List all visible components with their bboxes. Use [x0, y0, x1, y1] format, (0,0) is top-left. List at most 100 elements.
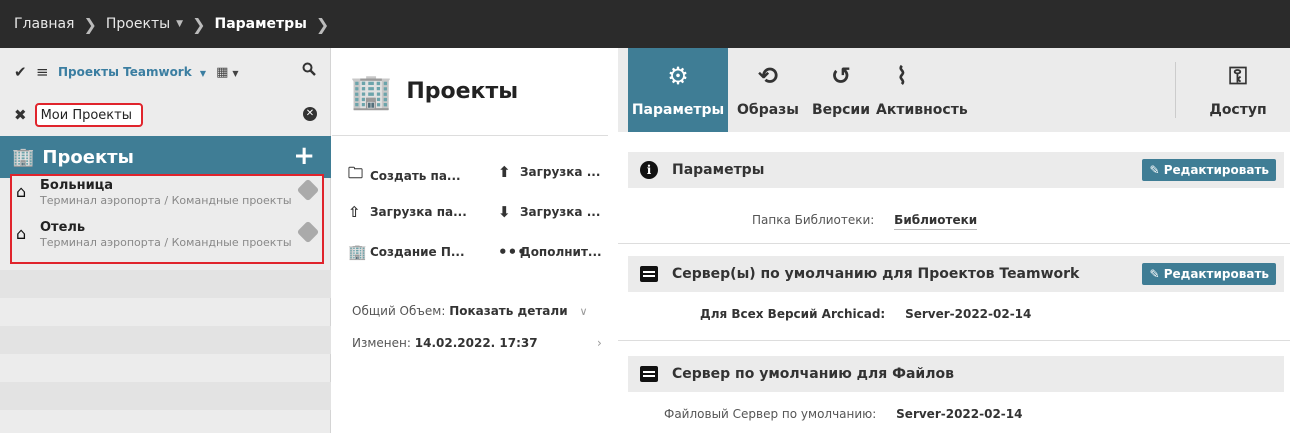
- action-label: Загрузка ...: [520, 165, 601, 179]
- breadcrumb: Главная ❯ Проекты ▼ ❯ Параметры ❯: [0, 0, 1290, 48]
- add-project-button[interactable]: +: [293, 142, 315, 170]
- sidebar-toolbar: ✔ ≡ Проекты Teamwork ▼ ▦ ▼: [0, 48, 330, 96]
- building-icon: 🏢: [12, 146, 35, 168]
- kv-value: Server-2022-02-14: [905, 307, 1032, 321]
- file-server-row: Файловый Сервер по умолчанию: Server-202…: [664, 407, 1022, 421]
- clear-search-icon[interactable]: ✕: [303, 107, 317, 121]
- activity-icon: ⌇: [896, 62, 908, 90]
- action-label: Загрузка ...: [520, 205, 601, 219]
- section-default-servers: Сервер(ы) по умолчанию для Проектов Team…: [628, 256, 1284, 292]
- kv-value: Server-2022-02-14: [896, 407, 1023, 421]
- menu-icon[interactable]: ≡: [36, 63, 58, 81]
- details-tabs: ⚙ Параметры ⟲ Образы ↺ Версии ⌇ Активнос…: [618, 48, 1290, 132]
- list-item[interactable]: ⌂ Отель Терминал аэропорта / Командные п…: [12, 218, 322, 260]
- server-icon: [640, 266, 658, 282]
- list-empty-row: [0, 382, 331, 410]
- summary-title: Проекты: [406, 79, 519, 104]
- project-type-filter[interactable]: Проекты Teamwork ▼: [58, 65, 206, 79]
- list-item[interactable]: ⌂ Больница Терминал аэропорта / Командны…: [12, 176, 322, 218]
- section-title: Параметры: [672, 162, 765, 178]
- action-label: Создание П...: [370, 245, 465, 259]
- list-empty-row: [0, 270, 331, 298]
- breadcrumb-projects[interactable]: Проекты: [106, 16, 170, 32]
- edit-servers-button[interactable]: ✎ Редактировать: [1142, 263, 1276, 285]
- folder-icon: 🗀: [348, 164, 364, 182]
- action-label: Создать па...: [370, 168, 461, 183]
- modified-label: Изменен:: [352, 336, 411, 350]
- action-label: Дополнит...: [520, 245, 602, 259]
- details-panel: ⚙ Параметры ⟲ Образы ↺ Версии ⌇ Активнос…: [618, 48, 1290, 433]
- building-icon: 🏢: [348, 243, 367, 261]
- tab-parameters[interactable]: ⚙ Параметры: [628, 48, 728, 132]
- section-title: Сервер(ы) по умолчанию для Проектов Team…: [672, 266, 1080, 282]
- calendar-icon[interactable]: ▦ ▼: [216, 65, 238, 80]
- edit-parameters-button[interactable]: ✎ Редактировать: [1142, 159, 1276, 181]
- project-name: Отель: [40, 220, 86, 235]
- section-parameters: i Параметры ✎ Редактировать: [628, 152, 1284, 188]
- close-icon[interactable]: ✖: [14, 106, 27, 124]
- search-row: ✖ ✕: [0, 100, 331, 130]
- upload-folder-icon: ⇧: [348, 203, 361, 221]
- building-icon: 🏢: [350, 71, 393, 112]
- history-icon: ⟲: [757, 62, 779, 90]
- breadcrumb-current[interactable]: Параметры: [214, 16, 306, 32]
- section-file-server: Сервер по умолчанию для Файлов: [628, 356, 1284, 392]
- gear-icon: ⚙: [667, 62, 689, 90]
- ellipsis-icon: •••: [498, 243, 527, 261]
- summary-header: 🏢 Проекты: [332, 48, 608, 136]
- kv-value[interactable]: Библиотеки: [894, 213, 978, 230]
- version-restore-icon: ↺: [830, 62, 852, 90]
- show-details-link[interactable]: Показать детали: [449, 304, 567, 318]
- project-summary-panel: 🏢 Проекты 🗀 Создать па... ⬆ Загрузка ...…: [332, 48, 618, 433]
- project-list: ⌂ Больница Терминал аэропорта / Командны…: [10, 174, 324, 264]
- search-icon[interactable]: [302, 62, 316, 80]
- upload-button[interactable]: ⬆ Загрузка ...: [498, 163, 600, 181]
- divider: [618, 243, 1290, 244]
- chevron-right-icon: ❯: [83, 14, 97, 34]
- chevron-down-icon[interactable]: ∨: [579, 305, 587, 318]
- modified-row[interactable]: Изменен: 14.02.2022. 17:37 ›: [352, 336, 612, 350]
- total-size-row: Общий Объем: Показать детали ∨: [352, 304, 588, 318]
- kv-label: Для Всех Версий Archicad:: [700, 307, 886, 321]
- search-input[interactable]: [34, 103, 143, 127]
- info-icon: i: [640, 161, 658, 179]
- caret-down-icon: ▼: [199, 69, 207, 78]
- more-actions-button[interactable]: ••• Дополнит...: [498, 243, 602, 261]
- projects-header-title: Проекты: [42, 146, 134, 168]
- divider: [618, 340, 1290, 341]
- key-icon: ⚿: [1228, 62, 1248, 90]
- project-path: Терминал аэропорта / Командные проекты: [40, 194, 292, 207]
- tab-activity[interactable]: ⌇ Активность: [876, 48, 986, 132]
- create-project-button[interactable]: 🏢 Создание П...: [348, 243, 465, 261]
- tab-access[interactable]: ⚿ Доступ: [1198, 48, 1278, 132]
- download-button[interactable]: ⬇ Загрузка ...: [498, 203, 600, 221]
- projects-header: 🏢 Проекты +: [0, 136, 331, 178]
- tab-divider: [1175, 62, 1176, 118]
- all-versions-row: Для Всех Версий Archicad: Server-2022-02…: [700, 307, 1031, 321]
- checkmark-icon[interactable]: ✔: [14, 63, 32, 81]
- kv-label: Папка Библиотеки:: [752, 213, 875, 227]
- projects-sidebar: ✔ ≡ Проекты Teamwork ▼ ▦▼ ✖ ✕ 🏢 Проекты …: [0, 48, 331, 433]
- chevron-right-icon: ❯: [192, 14, 206, 34]
- chevron-right-icon: ›: [597, 336, 602, 350]
- modified-value: 14.02.2022. 17:37: [414, 336, 538, 350]
- breadcrumb-home[interactable]: Главная: [14, 16, 74, 32]
- project-name: Больница: [40, 178, 114, 193]
- action-label: Загрузка па...: [370, 205, 467, 219]
- kv-label: Файловый Сервер по умолчанию:: [664, 407, 877, 421]
- library-folder-row: Папка Библиотеки: Библиотеки: [752, 213, 978, 230]
- server-icon: [640, 366, 658, 382]
- create-folder-button[interactable]: 🗀 Создать па...: [348, 163, 461, 188]
- total-size-label: Общий Объем:: [352, 304, 446, 318]
- caret-down-icon[interactable]: ▼: [176, 19, 183, 29]
- tab-images[interactable]: ⟲ Образы: [730, 48, 806, 132]
- house-icon: ⌂: [16, 182, 27, 201]
- filter-label: Проекты Teamwork: [58, 65, 192, 79]
- upload-folder-button[interactable]: ⇧ Загрузка па...: [348, 203, 467, 221]
- upload-icon: ⬆: [498, 163, 511, 181]
- chevron-right-icon: ❯: [315, 14, 330, 34]
- download-icon: ⬇: [498, 203, 511, 221]
- section-title: Сервер по умолчанию для Файлов: [672, 366, 954, 382]
- list-empty-row: [0, 326, 331, 354]
- tab-versions[interactable]: ↺ Версии: [808, 48, 874, 132]
